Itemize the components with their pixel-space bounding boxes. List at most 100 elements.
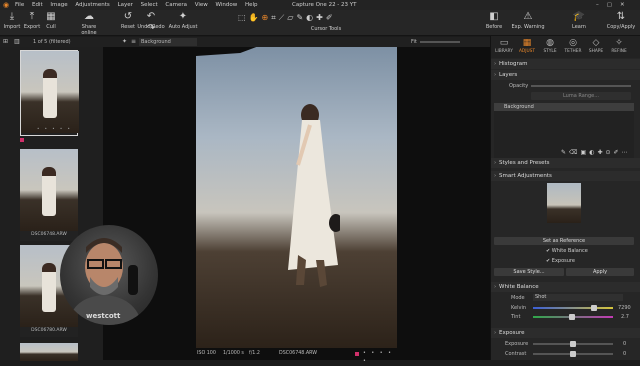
exposure-header[interactable]: Exposure [491, 328, 640, 338]
kelvin-value[interactable]: 7290 [618, 305, 631, 311]
menu-select[interactable]: Select [141, 2, 158, 8]
straighten-tool-icon[interactable]: ⟋ [279, 13, 288, 22]
menu-window[interactable]: Window [216, 2, 238, 8]
kelvin-knob[interactable] [591, 305, 597, 311]
background-layer-row[interactable]: Background [494, 103, 634, 111]
smart-adjustments-header[interactable]: Smart Adjustments [491, 171, 640, 181]
before-button[interactable]: ◧ Before [484, 11, 504, 30]
picker-tool-icon[interactable]: ✐ [326, 13, 336, 22]
auto-adjust-button[interactable]: ✦ Auto Adjust [168, 11, 198, 30]
select-tool-icon[interactable]: ⬚ [238, 13, 249, 22]
styles-header[interactable]: Styles and Presets [491, 158, 640, 168]
heal-tool-icon[interactable]: ✚ [316, 13, 326, 22]
layers-icon[interactable]: ≡ [131, 37, 136, 47]
set-reference-button[interactable]: Set as Reference [494, 237, 634, 245]
auto-adjust-icon: ✦ [178, 11, 188, 22]
menu-edit[interactable]: Edit [32, 2, 43, 8]
zoom-tool-icon[interactable]: ⊕ [262, 13, 272, 22]
copy-apply-icon: ⇅ [616, 11, 626, 22]
more-icon[interactable]: ⋯ [622, 149, 631, 156]
clone-icon[interactable]: ⊙ [605, 149, 613, 156]
undo-redo-button[interactable]: ↶ ↷ Undo/Redo [136, 11, 166, 34]
luma-range-button[interactable]: Luma Range... [531, 92, 631, 100]
save-style-button[interactable]: Save Style... [494, 268, 564, 276]
presenter-video [68, 238, 142, 325]
filmstrip-icon[interactable]: ▥ [14, 37, 20, 47]
fill-icon[interactable]: ▣ [581, 149, 590, 156]
tab-tether[interactable]: ◎ TETHER [562, 37, 584, 54]
menu-view[interactable]: View [195, 2, 208, 8]
tab-adjust[interactable]: ▦ ADJUST [516, 37, 538, 54]
color-tag [20, 138, 24, 142]
tint-slider[interactable] [533, 314, 613, 320]
window-controls[interactable]: –▢✕ [596, 0, 633, 10]
thumbnail-label: DSC06748.ARW [31, 232, 67, 237]
zoom-fit-label[interactable]: Fit [411, 37, 417, 47]
exposure-section: Exposure Exposure 0 Contrast 0 [491, 328, 640, 357]
thumbnail-2[interactable]: DSC06748.ARW [20, 149, 78, 241]
export-button[interactable]: ⤒ Export [22, 11, 42, 30]
eraser-icon[interactable]: ⌫ [569, 149, 580, 156]
tether-icon: ◎ [569, 38, 577, 48]
library-icon: ▭ [499, 38, 509, 48]
exposure-slider[interactable] [533, 341, 613, 347]
kelvin-slider[interactable] [533, 305, 613, 311]
exposure-value[interactable]: 0 [623, 341, 626, 347]
zoom-slider[interactable] [420, 41, 460, 43]
before-icon: ◧ [489, 11, 499, 22]
histogram-header[interactable]: Histogram [491, 59, 640, 69]
cursor-tools-group[interactable]: ⬚✋⊕⌗⟋▱✎◐✚✐ [238, 13, 418, 23]
crop-tool-icon[interactable]: ⌗ [271, 13, 279, 22]
menu-file[interactable]: File [15, 2, 24, 8]
reset-button[interactable]: ↺ Reset [120, 11, 136, 30]
exposure-warning-button[interactable]: ⚠ Exp. Warning [506, 11, 550, 30]
share-online-button[interactable]: ☁ Share online [74, 11, 104, 36]
mode-label: Mode [511, 295, 525, 301]
tab-shape[interactable]: ◇ SHAPE [585, 37, 607, 54]
mode-dropdown[interactable]: Shot [533, 294, 623, 301]
grid-view-icon[interactable]: ⊞ [3, 37, 8, 47]
gradient-tool-icon[interactable]: ◐ [306, 13, 316, 22]
copy-apply-button[interactable]: ⇅ Copy/Apply [604, 11, 638, 30]
thumbnail-image [20, 149, 78, 231]
shirt-brand-text: westcott [86, 312, 121, 320]
learn-button[interactable]: 🎓 Learn [570, 11, 588, 30]
tint-value[interactable]: 2.7 [621, 314, 629, 320]
contrast-knob[interactable] [570, 351, 576, 357]
star-rating[interactable]: • • • • • [363, 350, 397, 366]
opacity-label: Opacity [509, 83, 529, 89]
learn-icon: 🎓 [572, 11, 586, 22]
layers-header[interactable]: Layers [491, 70, 640, 80]
tint-knob[interactable] [569, 314, 575, 320]
thumbnail-image [20, 343, 78, 361]
brush-tool-icon[interactable]: ✎ [296, 13, 306, 22]
color-tag[interactable] [355, 352, 359, 356]
import-button[interactable]: ⤓ Import [3, 11, 21, 30]
webcam-overlay: westcott [60, 225, 158, 325]
menu-layer[interactable]: Layer [118, 2, 133, 8]
opacity-slider[interactable] [531, 85, 631, 87]
menu-image[interactable]: Image [50, 2, 67, 8]
white-balance-checkbox[interactable]: ✔ White Balance [546, 248, 588, 254]
contrast-value[interactable]: 0 [623, 351, 626, 357]
pin-icon[interactable]: ✦ [122, 37, 127, 47]
thumbnail-selected[interactable]: • • • • • [20, 50, 79, 136]
tab-refine[interactable]: ✧ REFINE [608, 37, 630, 54]
menu-camera[interactable]: Camera [165, 2, 187, 8]
exposure-knob[interactable] [570, 341, 576, 347]
menu-adjustments[interactable]: Adjustments [75, 2, 109, 8]
thumbnail-5[interactable] [20, 343, 78, 361]
apply-button[interactable]: Apply [566, 268, 634, 276]
contrast-slider[interactable] [533, 351, 613, 357]
layer-dropdown[interactable]: Background [139, 38, 197, 46]
tab-library[interactable]: ▭ LIBRARY [493, 37, 515, 54]
tab-style[interactable]: ◍ STYLE [539, 37, 561, 54]
exposure-checkbox[interactable]: ✔ Exposure [546, 258, 575, 264]
cull-button[interactable]: ▦ Cull [44, 11, 58, 30]
white-balance-header[interactable]: White Balance [491, 282, 640, 292]
brush-icon[interactable]: ✎ [561, 149, 569, 156]
menu-help[interactable]: Help [245, 2, 258, 8]
layer-tools-row[interactable]: ✎⌫▣◐✚⊙✐⋯ [561, 149, 631, 156]
picker-icon[interactable]: ✐ [614, 149, 622, 156]
pan-tool-icon[interactable]: ✋ [249, 13, 262, 22]
